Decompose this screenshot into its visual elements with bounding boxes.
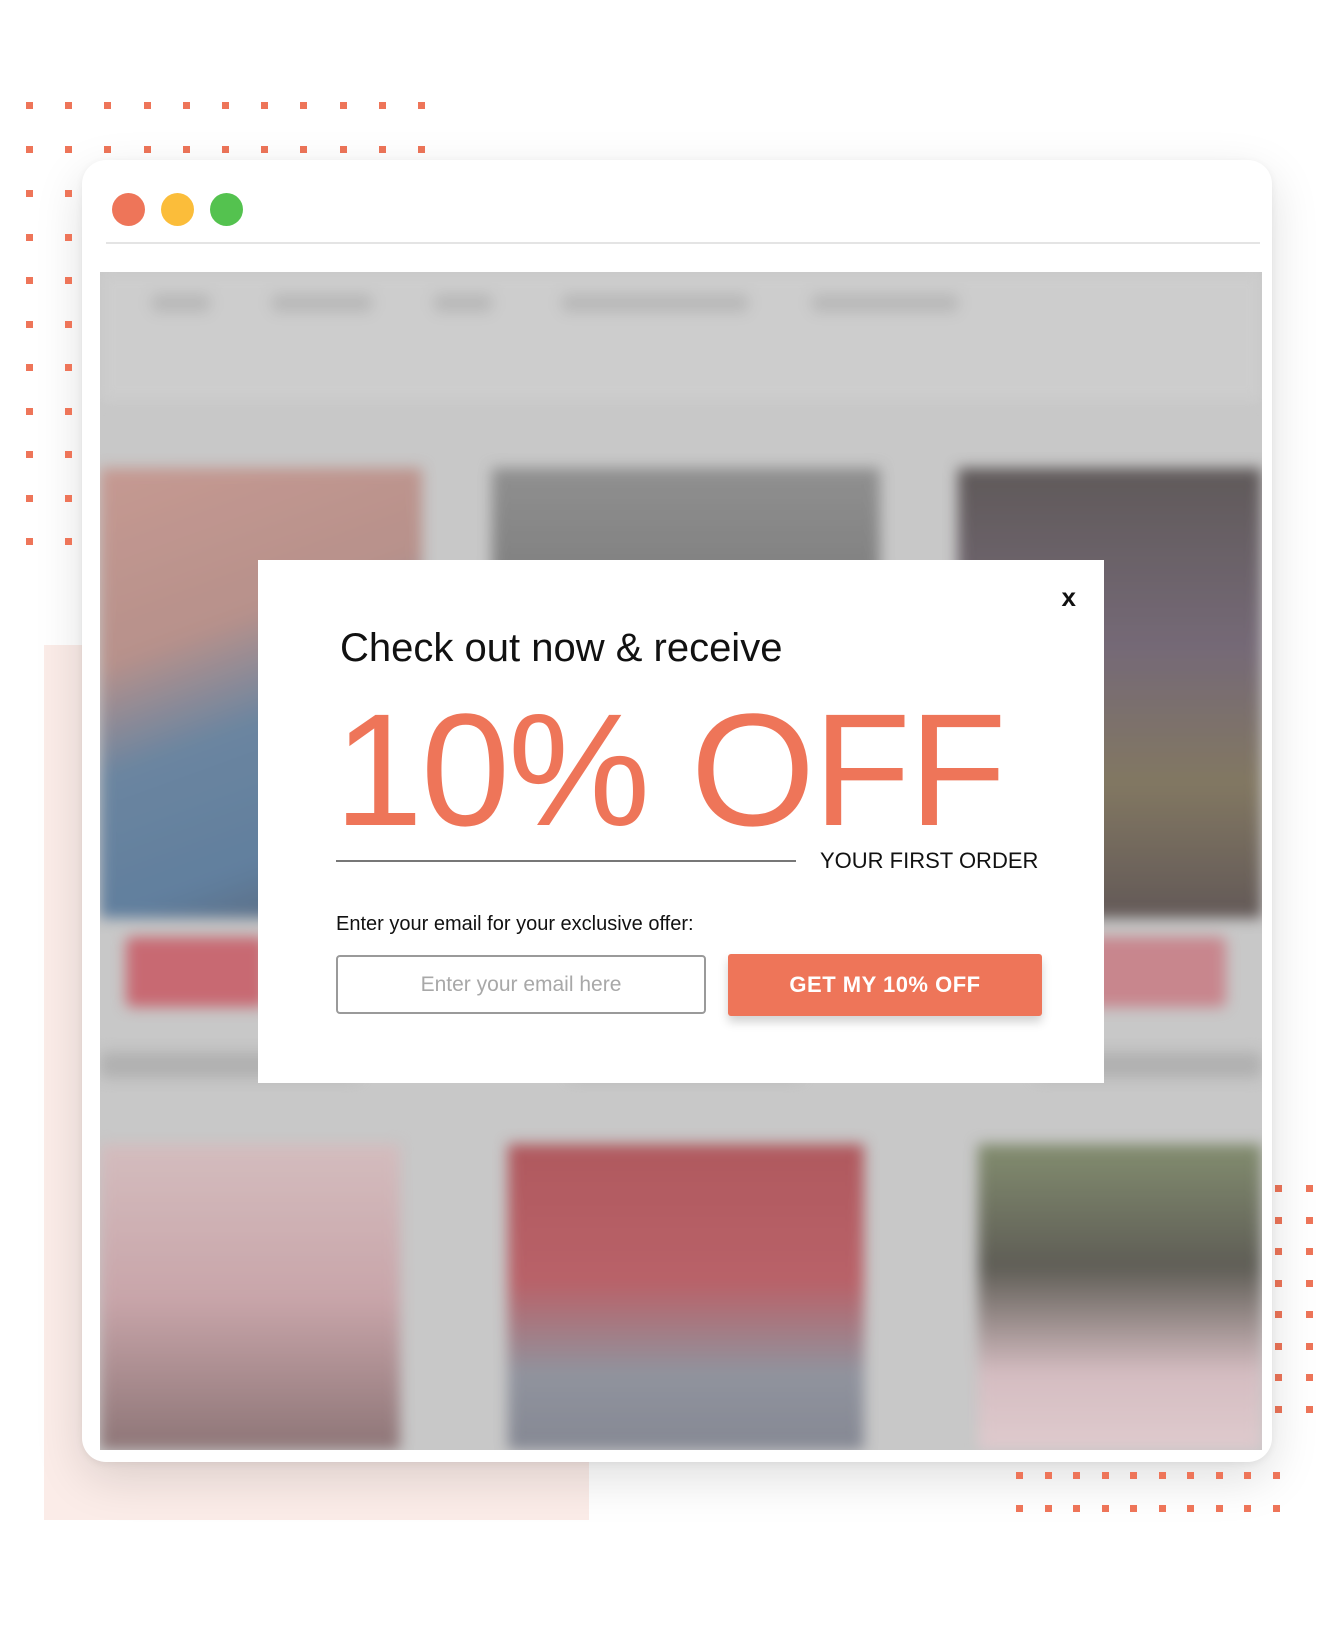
decorative-dot (1275, 1374, 1282, 1381)
decorative-dot (1101, 1472, 1109, 1479)
decorative-dot (65, 407, 72, 415)
decorative-dot (65, 146, 73, 153)
decorative-dot (26, 494, 33, 502)
decorative-dot (222, 146, 229, 153)
decorative-dot (1306, 1311, 1313, 1318)
decorative-dot (65, 102, 73, 109)
decorative-dot (1272, 1472, 1280, 1479)
close-popup-button[interactable]: x (1062, 580, 1076, 614)
decorative-dot (65, 364, 72, 371)
decorative-dot (1101, 1505, 1109, 1512)
decorative-dot (1158, 1472, 1166, 1479)
decorative-dot (65, 233, 72, 241)
decorative-dot (26, 364, 33, 371)
decorative-dot (104, 102, 112, 109)
first-order-label: YOUR FIRST ORDER (820, 848, 1039, 873)
decorative-dot (1272, 1505, 1280, 1512)
decorative-dot (1244, 1505, 1251, 1512)
decorative-dot (222, 102, 229, 109)
decorative-dot (65, 451, 72, 458)
decorative-dot (261, 146, 269, 153)
decorative-dot (1306, 1248, 1313, 1255)
decorative-dot (26, 538, 33, 545)
decorative-dot (339, 146, 347, 153)
decorative-dot (26, 102, 33, 109)
decorative-dot (1130, 1505, 1137, 1512)
decorative-dot (1044, 1472, 1052, 1479)
decorative-dot (1158, 1505, 1166, 1512)
decorative-dot (65, 277, 72, 284)
decorative-dot (1187, 1505, 1194, 1512)
maximize-dot[interactable] (210, 193, 243, 226)
decorative-dot (378, 146, 386, 153)
decorative-dot (1215, 1472, 1223, 1479)
popup-headline: Check out now & receive (340, 626, 783, 670)
close-dot[interactable] (112, 193, 145, 226)
decorative-dot (65, 190, 72, 197)
decorative-dot (26, 146, 33, 153)
decorative-dot (300, 102, 308, 109)
decorative-dot (26, 277, 33, 284)
decorative-dot (1275, 1185, 1282, 1192)
get-discount-button[interactable]: GET MY 10% OFF (728, 954, 1042, 1016)
decorative-dot (26, 320, 33, 328)
decorative-dot (182, 146, 190, 153)
decorative-dot (378, 102, 386, 109)
decorative-dot (1215, 1505, 1223, 1512)
decorative-dot (65, 494, 72, 502)
titlebar-divider (106, 242, 1260, 244)
decorative-dot (1044, 1505, 1052, 1512)
decorative-dot (300, 146, 308, 153)
decorative-dot (418, 146, 425, 153)
decorative-dot (1306, 1185, 1313, 1192)
decorative-dot (1306, 1216, 1313, 1224)
email-prompt: Enter your email for your exclusive offe… (336, 913, 694, 935)
decorative-dot (418, 102, 425, 109)
decorative-dot (104, 146, 112, 153)
decorative-dot (26, 233, 33, 241)
decorative-dot (261, 102, 269, 109)
decorative-dot (1073, 1505, 1080, 1512)
discount-popup: x Check out now & receive 10% OFF YOUR F… (258, 560, 1104, 1083)
offer-divider (336, 860, 796, 862)
decorative-dot (1016, 1505, 1023, 1512)
decorative-dot (1306, 1405, 1313, 1413)
decorative-dot (1275, 1311, 1282, 1318)
email-input[interactable] (336, 955, 706, 1014)
decorative-dot (26, 451, 33, 458)
decorative-dot (1306, 1342, 1313, 1350)
decorative-dot (1275, 1279, 1282, 1287)
decorative-dot (1275, 1342, 1282, 1350)
minimize-dot[interactable] (161, 193, 194, 226)
decorative-dot (1073, 1472, 1080, 1479)
decorative-dot (143, 102, 151, 109)
decorative-dot (339, 102, 347, 109)
decorative-dot (1275, 1405, 1282, 1413)
decorative-dot (1275, 1248, 1282, 1255)
decorative-dot (65, 320, 72, 328)
decorative-dot (182, 102, 190, 109)
decorative-dot (1306, 1279, 1313, 1287)
decorative-dot (1275, 1216, 1282, 1224)
decorative-dot (1244, 1472, 1251, 1479)
decorative-dot (1187, 1472, 1194, 1479)
decorative-dot (1130, 1472, 1137, 1479)
decorative-dot (26, 407, 33, 415)
decorative-dot (143, 146, 151, 153)
discount-amount: 10% OFF (334, 680, 1007, 859)
decorative-dot (65, 538, 72, 545)
decorative-dot (26, 190, 33, 197)
decorative-dot (1306, 1374, 1313, 1381)
decorative-dot (1016, 1472, 1023, 1479)
